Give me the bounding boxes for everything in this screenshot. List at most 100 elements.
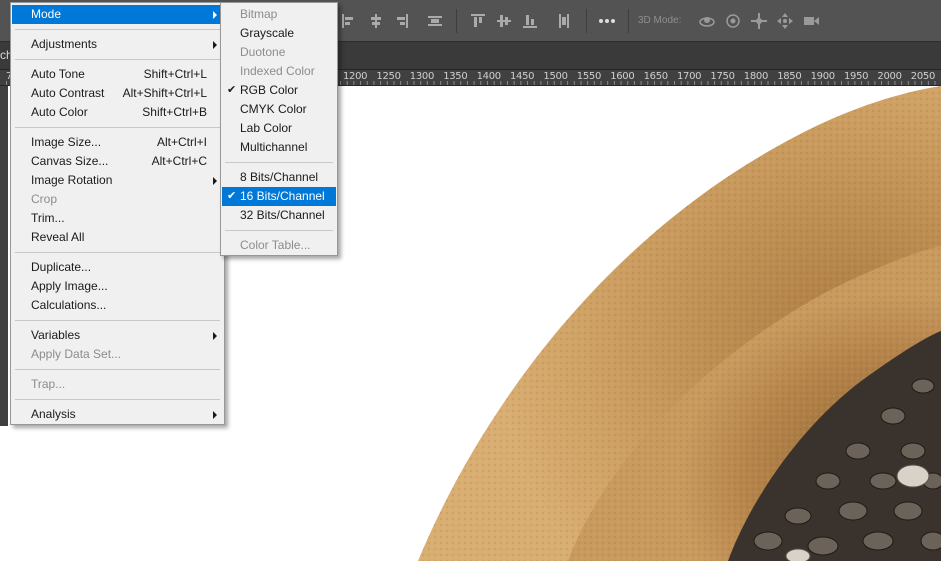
menu-item-crop: Crop [12, 190, 223, 209]
ruler-label: 1700 [677, 71, 702, 82]
menu-item-cmyk-color[interactable]: CMYK Color [222, 100, 336, 119]
menu-item-calculations[interactable]: Calculations... [12, 296, 223, 315]
distribute-icon[interactable] [425, 11, 445, 31]
align-right-icon[interactable] [392, 11, 412, 31]
menu-item-label: Analysis [31, 407, 76, 421]
slide-3d-icon[interactable] [775, 11, 795, 31]
ruler-label: 1450 [510, 71, 535, 82]
menu-item-8-bits-channel[interactable]: 8 Bits/Channel [222, 168, 336, 187]
menu-item-trim[interactable]: Trim... [12, 209, 223, 228]
menu-item-apply-image[interactable]: Apply Image... [12, 277, 223, 296]
menu-item-label: Color Table... [240, 238, 311, 252]
toolbar-separator [628, 9, 629, 33]
menu-item-label: Canvas Size... [31, 154, 109, 168]
menu-item-multichannel[interactable]: Multichannel [222, 138, 336, 157]
submenu-arrow-icon [213, 177, 217, 185]
menu-item-label: 32 Bits/Channel [240, 208, 325, 222]
submenu-arrow-icon [213, 411, 217, 419]
menu-item-adjustments[interactable]: Adjustments [12, 35, 223, 54]
menu-item-label: Variables [31, 328, 81, 342]
roll-3d-icon[interactable] [723, 11, 743, 31]
menu-item-label: Trim... [31, 211, 65, 225]
menu-item-shortcut: Alt+Ctrl+C [151, 154, 207, 168]
menu-item-duotone: Duotone [222, 43, 336, 62]
menu-item-label: Mode [31, 7, 62, 21]
checkmark-icon: ✔ [227, 84, 237, 96]
menu-item-variables[interactable]: Variables [12, 326, 223, 345]
menu-item-16-bits-channel[interactable]: ✔ 16 Bits/Channel [222, 187, 336, 206]
scale-3d-icon[interactable] [801, 11, 821, 31]
menu-item-image-size[interactable]: Image Size... Alt+Ctrl+I [12, 133, 223, 152]
image-menu: Mode Adjustments Auto Tone Shift+Ctrl+L Auto… [10, 2, 225, 425]
pan-3d-icon[interactable] [749, 11, 769, 31]
toolbar-separator [586, 9, 587, 33]
menu-separator [225, 230, 333, 231]
menu-item-label: Auto Contrast [31, 86, 105, 100]
menu-item-label: 16 Bits/Channel [240, 189, 325, 203]
menu-item-label: Crop [31, 192, 58, 206]
ruler-label: 1300 [409, 71, 435, 82]
menu-item-color-table: Color Table... [222, 236, 336, 255]
ruler-label: 1850 [777, 71, 802, 82]
align-vcenter-icon[interactable] [494, 11, 514, 31]
distribute-v-icon[interactable] [554, 11, 574, 31]
mode-3d-label: 3D Mode: [638, 15, 682, 26]
ruler-label: 1500 [543, 71, 568, 82]
ruler-label: 1800 [743, 71, 769, 82]
align-hcenter-icon[interactable] [366, 11, 386, 31]
menu-item-label: Calculations... [31, 298, 107, 312]
menu-item-label: Duplicate... [31, 260, 92, 274]
menu-item-label: Image Size... [31, 135, 102, 149]
align-bottom-icon[interactable] [520, 11, 540, 31]
menu-item-shortcut: Alt+Ctrl+I [156, 135, 207, 149]
submenu-arrow-icon [213, 332, 217, 340]
menu-item-shortcut: Alt+Shift+Ctrl+L [122, 86, 207, 100]
ruler-label: 1400 [476, 71, 502, 82]
menu-item-label: Duotone [240, 45, 286, 59]
menu-item-grayscale[interactable]: Grayscale [222, 24, 336, 43]
ruler-label: 1750 [710, 71, 735, 82]
menu-item-reveal-all[interactable]: Reveal All [12, 228, 223, 247]
menu-item-label: Image Rotation [31, 173, 113, 187]
menu-item-auto-tone[interactable]: Auto Tone Shift+Ctrl+L [12, 65, 223, 84]
menu-item-duplicate[interactable]: Duplicate... [12, 258, 223, 277]
menu-item-label: Adjustments [31, 37, 98, 51]
more-icon[interactable] [597, 11, 617, 31]
menu-item-label: 8 Bits/Channel [240, 170, 319, 184]
menu-item-label: CMYK Color [240, 102, 307, 116]
menu-item-32-bits-channel[interactable]: 32 Bits/Channel [222, 206, 336, 225]
vertical-ruler[interactable] [0, 86, 8, 426]
menu-item-label: Apply Image... [31, 279, 108, 293]
ruler-label: 2050 [910, 71, 936, 82]
menu-item-canvas-size[interactable]: Canvas Size... Alt+Ctrl+C [12, 152, 223, 171]
align-left-icon[interactable] [338, 11, 358, 31]
orbit-3d-icon[interactable] [697, 11, 717, 31]
menu-item-label: Lab Color [240, 121, 293, 135]
menu-item-indexed-color: Indexed Color [222, 62, 336, 81]
menu-item-auto-color[interactable]: Auto Color Shift+Ctrl+B [12, 103, 223, 122]
submenu-arrow-icon [213, 11, 217, 19]
menu-separator [15, 252, 220, 253]
menu-item-label: Trap... [31, 377, 66, 391]
menu-item-label: Auto Tone [31, 67, 85, 81]
menu-separator [15, 369, 220, 370]
ruler-label: 1650 [643, 71, 669, 82]
menu-item-trap: Trap... [12, 375, 223, 394]
menu-separator [15, 59, 220, 60]
ruler-label: 1950 [844, 71, 869, 82]
menu-item-mode[interactable]: Mode [12, 5, 223, 24]
ruler-label: 1250 [376, 71, 401, 82]
align-top-icon[interactable] [468, 11, 488, 31]
ruler-label: 1900 [810, 71, 836, 82]
toolbar-separator [456, 9, 457, 33]
menu-item-image-rotation[interactable]: Image Rotation [12, 171, 223, 190]
menu-item-label: Bitmap [240, 7, 278, 21]
menu-item-auto-contrast[interactable]: Auto Contrast Alt+Shift+Ctrl+L [12, 84, 223, 103]
menu-item-label: Apply Data Set... [31, 347, 122, 361]
menu-item-analysis[interactable]: Analysis [12, 405, 223, 424]
menu-item-label: Reveal All [31, 230, 85, 244]
menu-item-rgb-color[interactable]: ✔ RGB Color [222, 81, 336, 100]
ruler-label: 1200 [343, 71, 368, 82]
menu-separator [225, 162, 333, 163]
menu-item-lab-color[interactable]: Lab Color [222, 119, 336, 138]
